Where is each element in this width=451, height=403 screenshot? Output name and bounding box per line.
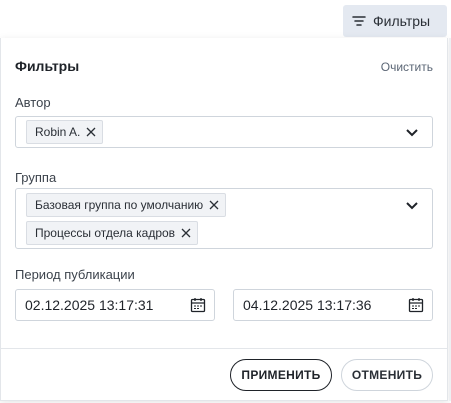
remove-chip-icon[interactable] xyxy=(181,228,191,238)
remove-chip-icon[interactable] xyxy=(209,200,219,210)
footer-divider xyxy=(1,348,448,349)
calendar-icon[interactable] xyxy=(408,297,424,313)
group-chip: Процессы отдела кадров xyxy=(26,221,199,245)
date-to-value: 04.12.2025 13:17:36 xyxy=(243,297,372,313)
panel-header: Фильтры Очистить xyxy=(15,58,435,76)
panel-title: Фильтры xyxy=(15,58,80,74)
period-label: Период публикации xyxy=(15,267,135,282)
date-from-field[interactable]: 02.12.2025 13:17:31 xyxy=(15,289,215,321)
top-bar: Фильтры xyxy=(0,0,451,38)
author-select[interactable]: Robin A. xyxy=(15,116,433,148)
calendar-icon[interactable] xyxy=(190,297,206,313)
date-to-field[interactable]: 04.12.2025 13:17:36 xyxy=(233,289,433,321)
group-chip-label: Процессы отдела кадров xyxy=(35,226,176,240)
filter-lines-icon xyxy=(352,16,366,26)
author-chip-label: Robin A. xyxy=(35,125,81,139)
date-from-value: 02.12.2025 13:17:31 xyxy=(25,297,154,313)
group-chip: Базовая группа по умолчанию xyxy=(26,193,227,217)
remove-chip-icon[interactable] xyxy=(86,127,96,137)
filters-toggle-label: Фильтры xyxy=(373,13,431,29)
filters-toggle-button[interactable]: Фильтры xyxy=(343,5,447,37)
clear-filters-link[interactable]: Очистить xyxy=(381,60,433,74)
group-label: Группа xyxy=(15,170,57,185)
author-label: Автор xyxy=(15,95,51,110)
cancel-button[interactable]: ОТМЕНИТЬ xyxy=(341,359,433,391)
group-chip-label: Базовая группа по умолчанию xyxy=(35,198,204,212)
chevron-down-icon[interactable] xyxy=(406,202,418,210)
filters-panel: Фильтры Очистить Автор Robin A. Группа Б… xyxy=(0,38,448,401)
group-select[interactable]: Базовая группа по умолчанию Процессы отд… xyxy=(15,188,433,249)
apply-button[interactable]: ПРИМЕНИТЬ xyxy=(230,359,332,391)
author-chip: Robin A. xyxy=(26,120,104,144)
chevron-down-icon[interactable] xyxy=(406,129,418,137)
